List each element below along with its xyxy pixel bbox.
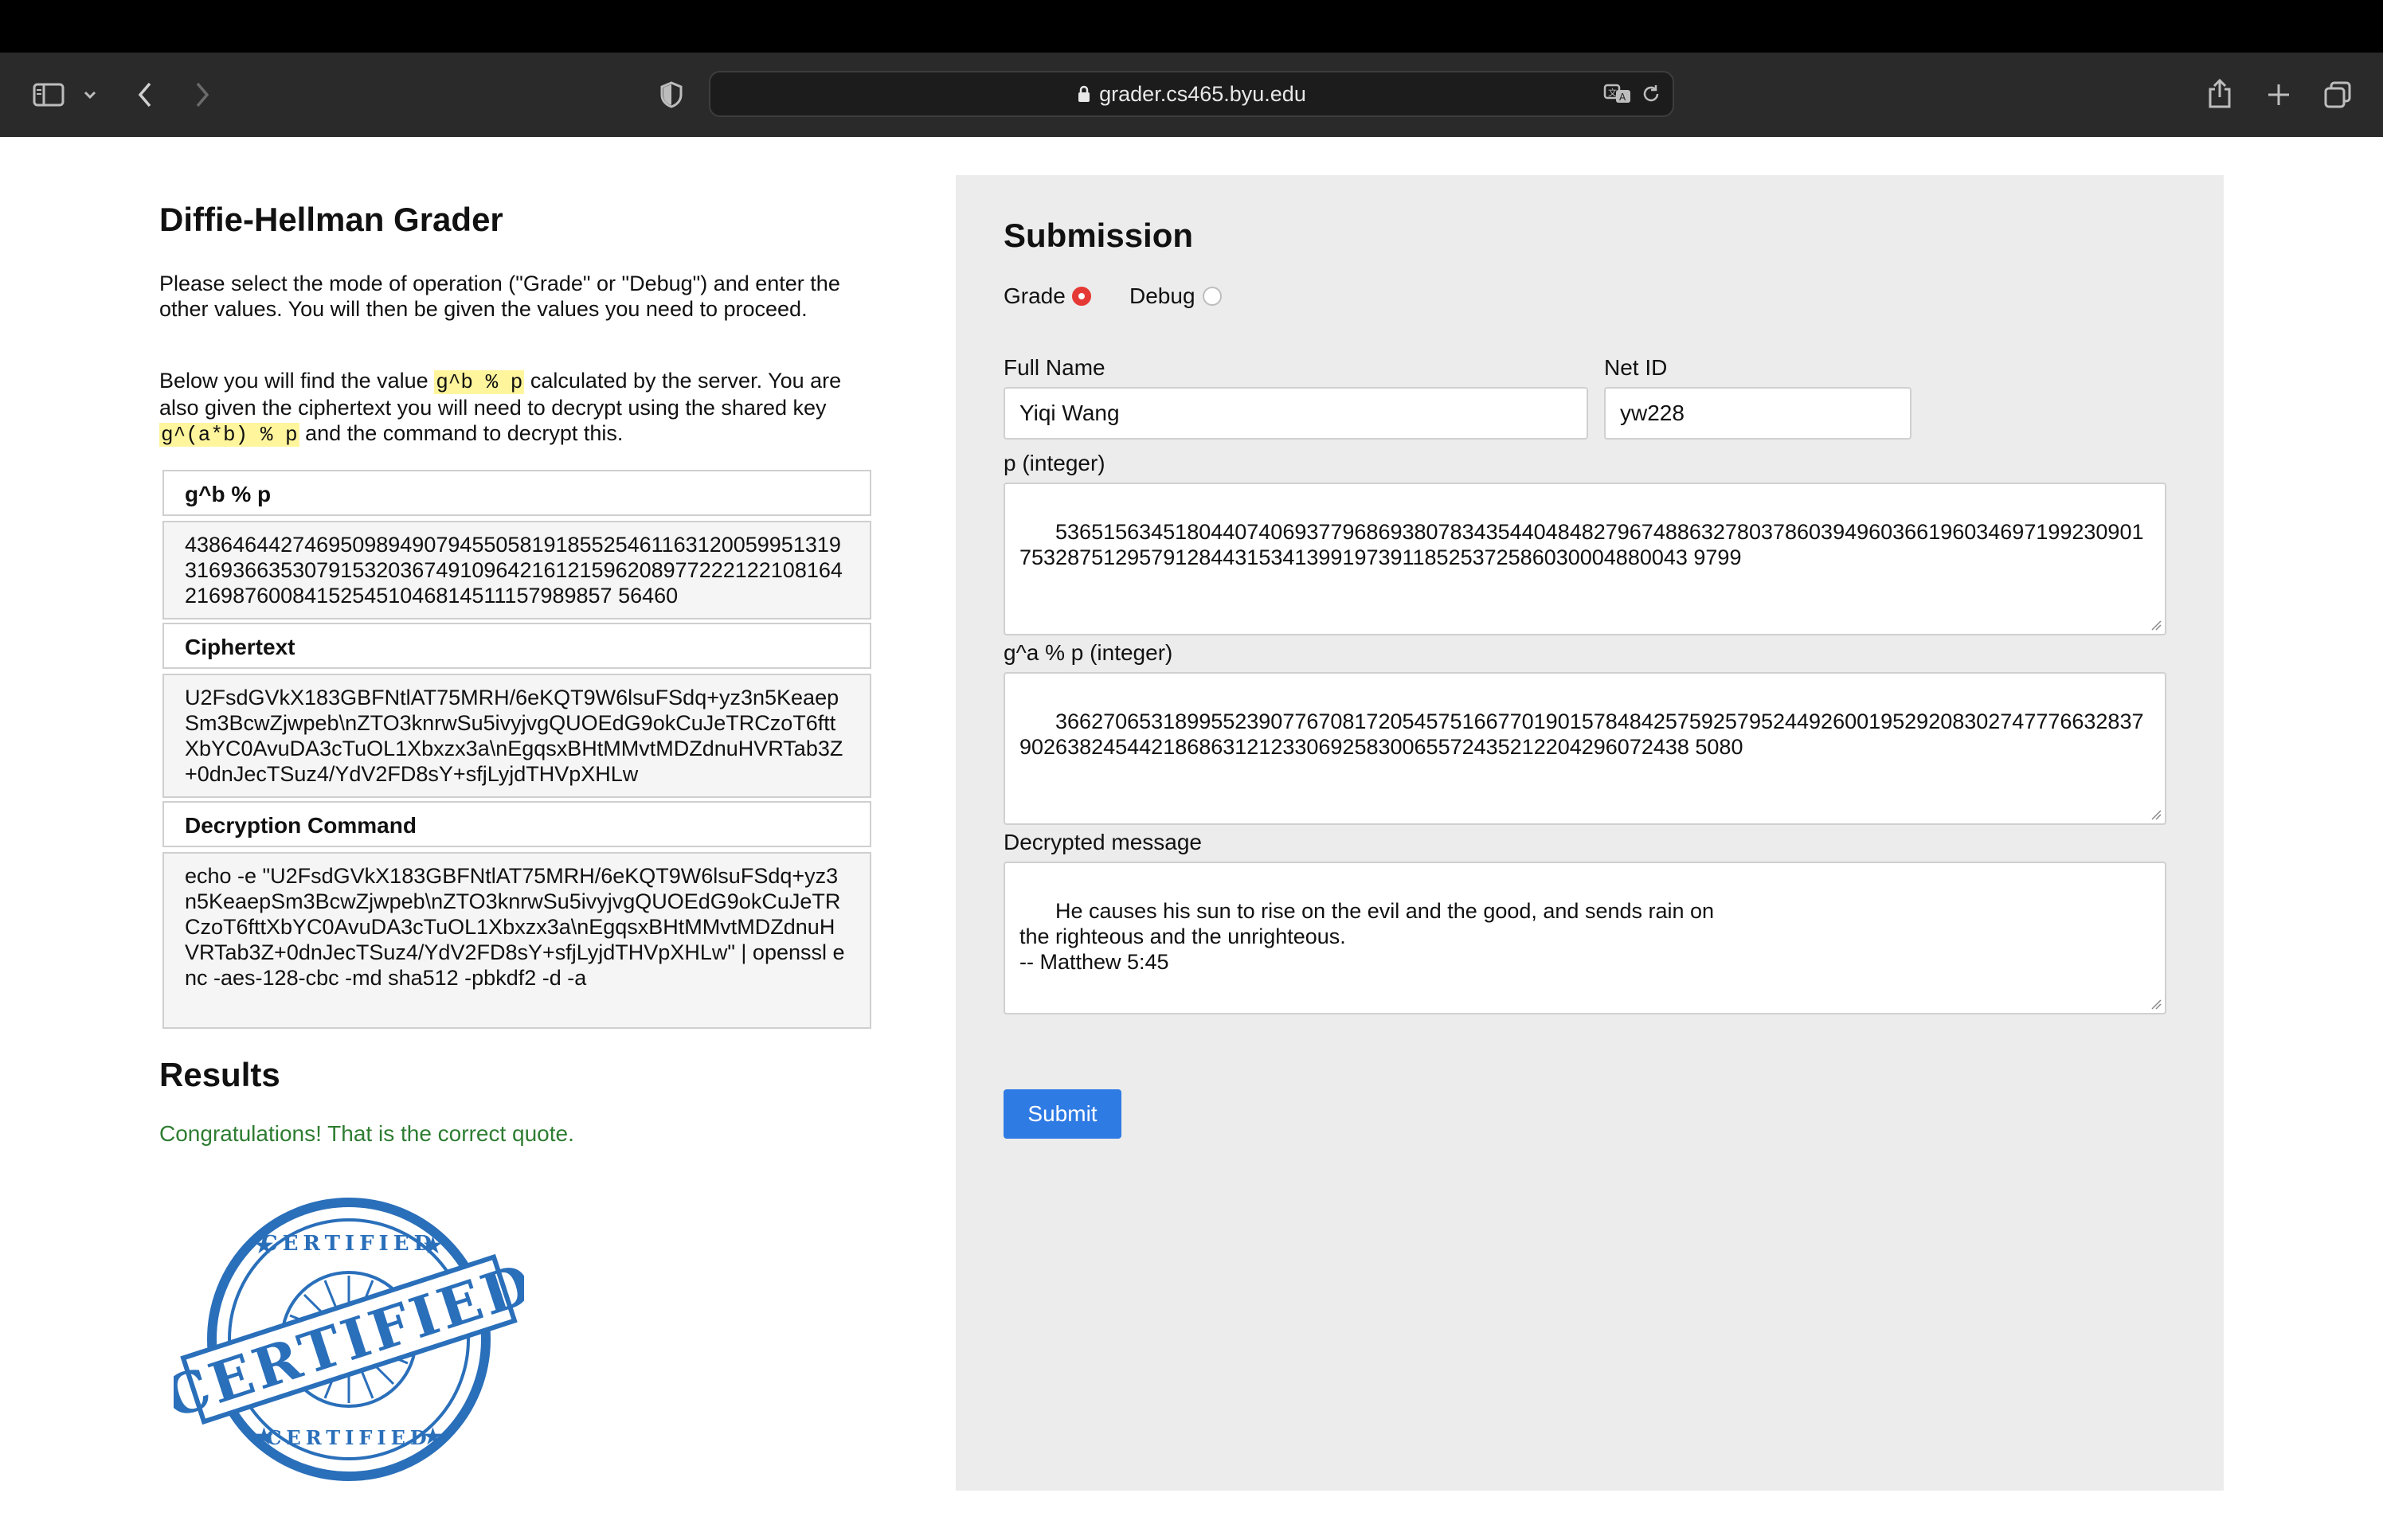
browser-toolbar: grader.cs465.byu.edu 文A <box>0 53 2383 137</box>
net-id-label: Net ID <box>1604 355 1668 380</box>
privacy-shield-icon[interactable] <box>655 78 688 111</box>
svg-text:★: ★ <box>422 1232 444 1260</box>
share-icon[interactable] <box>2203 75 2236 113</box>
submission-panel: Submission Grade Debug Full Name Yiqi Wa… <box>956 175 2224 1491</box>
tab-overview-icon[interactable] <box>2321 78 2354 111</box>
ga-field[interactable]: 3662706531899552390776708172054575166770… <box>1004 672 2166 825</box>
decryption-command-header: Decryption Command <box>162 801 871 847</box>
ga-label: g^a % p (integer) <box>1004 640 1173 665</box>
shared-key-code: g^(a*b) % p <box>159 423 299 447</box>
stamp-top-text: CERTIFIED <box>261 1232 436 1256</box>
full-name-label: Full Name <box>1004 355 1105 380</box>
ga-value: 3662706531899552390776708172054575166770… <box>1019 709 2144 759</box>
address-bar[interactable]: grader.cs465.byu.edu 文A <box>709 71 1674 117</box>
mode-debug-radio[interactable] <box>1203 287 1222 306</box>
resize-handle-icon[interactable] <box>2150 809 2162 820</box>
lock-icon <box>1077 74 1091 117</box>
svg-text:A: A <box>1619 92 1626 103</box>
ciphertext-header: Ciphertext <box>162 623 871 669</box>
sidebar-toggle-icon[interactable] <box>32 78 65 111</box>
gbp-code: g^b % p <box>434 370 525 394</box>
submit-button[interactable]: Submit <box>1004 1089 1121 1139</box>
svg-text:★: ★ <box>253 1232 275 1260</box>
svg-text:★: ★ <box>422 1423 444 1451</box>
decryption-command-value: echo -e "U2FsdGVkX183GBFNtlAT75MRH/6eKQT… <box>162 852 871 1029</box>
mode-grade-radio[interactable] <box>1072 287 1091 306</box>
resize-handle-icon[interactable] <box>2150 999 2162 1010</box>
svg-text:★: ★ <box>253 1423 275 1451</box>
decrypted-message-field[interactable]: He causes his sun to rise on the evil an… <box>1004 862 2166 1014</box>
resize-handle-icon[interactable] <box>2150 620 2162 631</box>
mode-grade-label[interactable]: Grade <box>1004 283 1066 309</box>
p-field[interactable]: 5365156345180440740693779686938078343544… <box>1004 483 2166 635</box>
results-message: Congratulations! That is the correct quo… <box>159 1121 574 1146</box>
address-bar-url: grader.cs465.byu.edu <box>710 72 1673 115</box>
menu-bar <box>0 0 2383 53</box>
submission-title: Submission <box>1004 217 1194 254</box>
p-value: 5365156345180440740693779686938078343544… <box>1019 520 2144 569</box>
page-content: Diffie-Hellman Grader Please select the … <box>0 137 2383 1540</box>
radio-dot <box>1078 293 1085 299</box>
instructions-text: Below you will find the value g^b % p ca… <box>159 368 876 448</box>
gbp-header: g^b % p <box>162 470 871 516</box>
full-name-field[interactable]: Yiqi Wang <box>1004 387 1588 440</box>
forward-icon[interactable] <box>188 78 217 111</box>
certified-stamp: CERTIFIED CERTIFIED ★ ★ ★ ★ CERTIFIED <box>174 1198 524 1481</box>
gbp-value: 4386464427469509894907945505819185525461… <box>162 521 871 620</box>
instructions-pre: Below you will find the value <box>159 369 435 393</box>
results-title: Results <box>159 1056 280 1093</box>
net-id-value: yw228 <box>1620 401 1685 425</box>
translate-icon[interactable]: 文A <box>1602 79 1634 109</box>
net-id-field[interactable]: yw228 <box>1604 387 1911 440</box>
new-tab-icon[interactable] <box>2262 78 2295 111</box>
back-icon[interactable] <box>131 78 159 111</box>
page-title: Diffie-Hellman Grader <box>159 201 503 238</box>
decrypted-message-label: Decrypted message <box>1004 830 1203 854</box>
stamp-bottom-text: CERTIFIED <box>266 1426 431 1449</box>
full-name-value: Yiqi Wang <box>1019 401 1120 425</box>
mode-debug-label[interactable]: Debug <box>1129 283 1195 309</box>
url-text: grader.cs465.byu.edu <box>1099 82 1306 106</box>
intro-text: Please select the mode of operation ("Gr… <box>159 272 840 321</box>
reload-icon[interactable] <box>1638 80 1665 107</box>
decrypted-message-value: He causes his sun to rise on the evil an… <box>1019 899 1715 974</box>
chevron-down-icon[interactable] <box>80 84 100 105</box>
ciphertext-value: U2FsdGVkX183GBFNtlAT75MRH/6eKQT9W6lsuFSd… <box>162 674 871 798</box>
p-label: p (integer) <box>1004 451 1105 475</box>
instructions-post: and the command to decrypt this. <box>299 421 624 445</box>
svg-text:文: 文 <box>1608 87 1617 98</box>
